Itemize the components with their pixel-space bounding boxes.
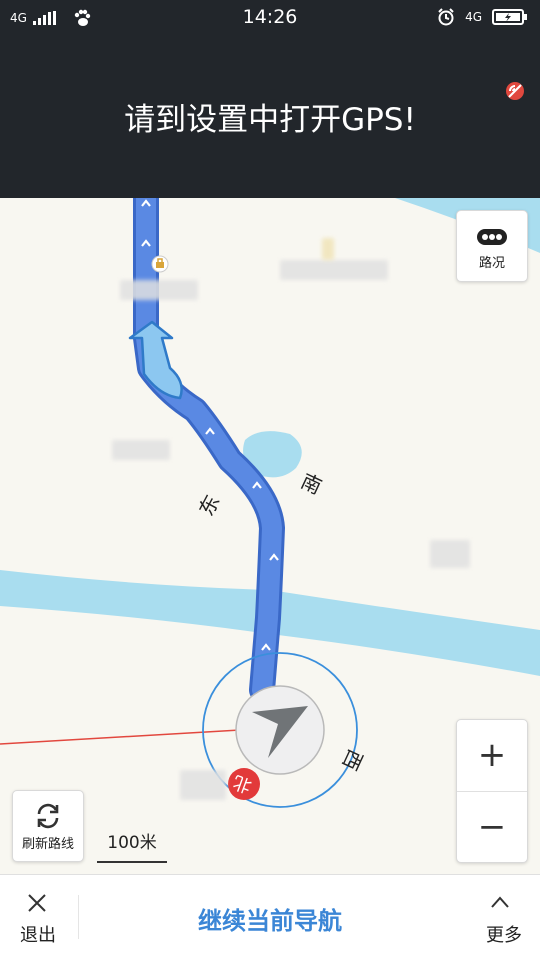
bottom-divider [78,895,79,939]
gps-warning-banner: 请到设置中打开GPS! [0,36,540,198]
more-label: 更多 [486,925,522,946]
battery-icon [492,9,527,25]
more-button[interactable]: 更多 [470,875,540,961]
bottom-bar: 退出 继续当前导航 更多 [0,874,540,961]
chevron-up-icon [491,896,509,908]
exit-button[interactable]: 退出 [0,875,78,961]
traffic-icon [477,229,507,245]
blurred-place-label [180,770,226,800]
blurred-place-label [120,280,198,300]
zoom-in-button[interactable]: + [457,720,527,790]
traffic-label: 路况 [478,256,505,271]
zoom-control: + − [456,719,528,863]
alarm-icon [438,8,454,26]
traffic-button[interactable]: 路况 [456,210,528,282]
status-bar: 4G 14:26 4G [0,0,540,36]
zoom-out-button[interactable]: − [457,792,527,862]
continue-navigation-button[interactable]: 继续当前导航 [80,901,460,936]
poi-marker [151,255,169,273]
refresh-route-label: 刷新路线 [21,837,74,852]
refresh-route-button[interactable]: 刷新路线 [12,790,84,862]
gps-warning-message: 请到设置中打开GPS! [124,102,416,138]
blurred-place-label [280,260,388,280]
exit-label: 退出 [20,925,56,946]
scale-label: 100米 [107,833,157,853]
map-scale: 100米 [97,828,167,863]
network-type-right: 4G [465,10,482,24]
blurred-place-label [322,238,334,260]
blurred-place-label [430,540,470,568]
compass [202,652,358,808]
blurred-place-label [112,440,170,460]
scale-bar [97,861,167,863]
status-right: 4G [437,8,528,26]
refresh-icon [37,803,59,829]
close-icon [28,894,46,912]
